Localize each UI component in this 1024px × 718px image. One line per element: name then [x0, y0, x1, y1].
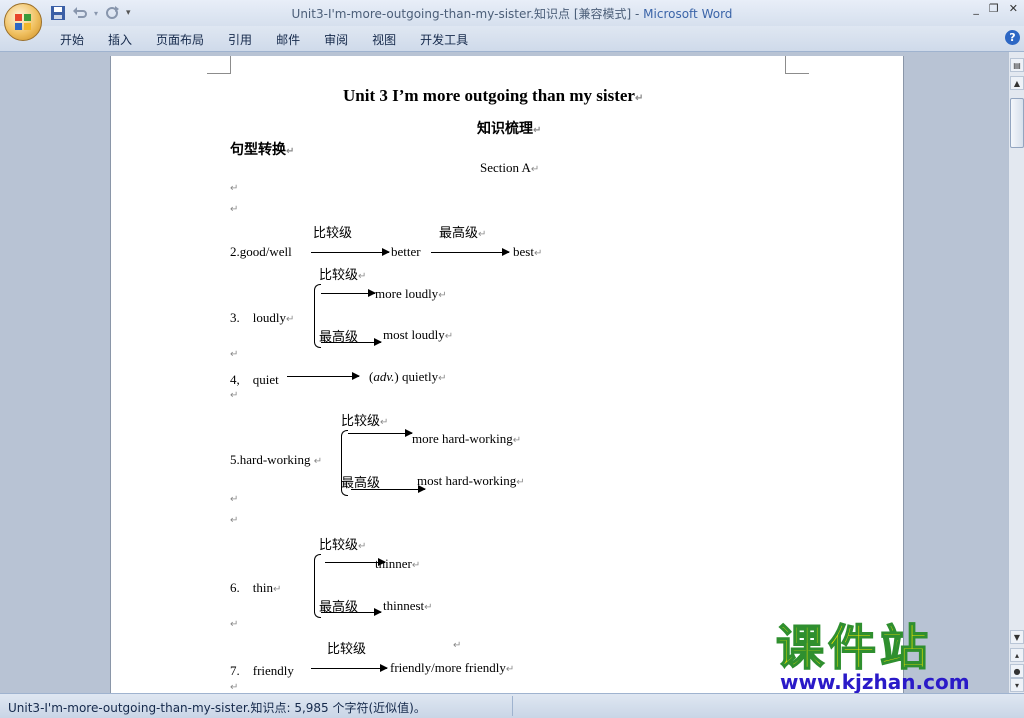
scroll-down-icon[interactable]: ▼	[1010, 630, 1024, 644]
item4-result: (adv.) quietly↵	[369, 369, 447, 384]
tab-page-layout[interactable]: 页面布局	[144, 30, 216, 49]
empty-paragraph: ↵	[453, 640, 462, 651]
item4-arrow	[287, 372, 360, 380]
empty-paragraph: ↵	[230, 390, 239, 401]
empty-paragraph: ↵	[230, 619, 239, 630]
help-icon[interactable]: ?	[1005, 30, 1020, 45]
item2-comparative: better	[391, 244, 421, 259]
ribbon-tabs: 开始 插入 页面布局 引用 邮件 审阅 视图 开发工具	[0, 26, 1024, 52]
tab-developer[interactable]: 开发工具	[408, 30, 480, 49]
document-page[interactable]: Unit 3 I’m more outgoing than my sister↵…	[110, 56, 904, 693]
item7-arrow	[311, 664, 388, 672]
item7-lead: 7. friendly	[230, 663, 294, 678]
restore-icon[interactable]: ❐	[989, 2, 999, 15]
item5-comparative-label: 比较级↵	[341, 414, 389, 429]
crop-mark-left	[207, 56, 231, 74]
item5-arrow-comp	[348, 429, 413, 437]
next-page-icon[interactable]: ▾	[1010, 678, 1024, 692]
window-controls: _ ❐ ✕	[973, 2, 1018, 15]
empty-paragraph: ↵	[230, 682, 239, 693]
section-label: Section A↵	[480, 160, 540, 175]
item6-lead: 6. thin↵	[230, 580, 282, 595]
title-bar: ▾ ▾ Unit3-I'm-more-outgoing-than-my-sist…	[0, 0, 1024, 26]
office-button[interactable]	[4, 3, 42, 41]
tab-insert[interactable]: 插入	[96, 30, 144, 49]
document-title: Unit3-I'm-more-outgoing-than-my-sister.知…	[291, 7, 644, 21]
tab-review[interactable]: 审阅	[312, 30, 360, 49]
item3-comparative: more loudly↵	[375, 286, 447, 301]
empty-paragraph: ↵	[230, 515, 239, 526]
window-title: Unit3-I'm-more-outgoing-than-my-sister.知…	[0, 5, 1024, 22]
document-workspace: Unit 3 I’m more outgoing than my sister↵…	[0, 52, 1008, 693]
vertical-scrollbar[interactable]: ▤ ▲ ▼ ▴ ● ▾	[1008, 52, 1024, 693]
item3-superlative: most loudly↵	[383, 327, 454, 342]
item2-superlative-label: 最高级↵	[439, 226, 487, 241]
doc-heading: 句型转换↵	[230, 142, 295, 158]
item2-superlative: best↵	[513, 244, 543, 259]
empty-paragraph: ↵	[230, 349, 239, 360]
item7-comparative: friendly/more friendly↵	[390, 660, 515, 675]
watermark-logo-text: 课件站	[775, 620, 933, 676]
item6-comparative-label: 比较级↵	[319, 538, 367, 553]
tab-mailings[interactable]: 邮件	[264, 30, 312, 49]
tab-references[interactable]: 引用	[216, 30, 264, 49]
doc-subtitle: 知识梳理↵	[477, 121, 542, 137]
item5-superlative: most hard-working↵	[417, 473, 525, 488]
item2-comparative-label: 比较级	[313, 226, 353, 241]
item6-arrow-sup	[321, 608, 382, 616]
empty-paragraph: ↵	[230, 183, 239, 194]
doc-title: Unit 3 I’m more outgoing than my sister↵	[343, 86, 644, 105]
item3-arrow-sup	[321, 338, 382, 346]
scroll-thumb[interactable]	[1010, 98, 1024, 148]
previous-page-icon[interactable]: ▴	[1010, 648, 1024, 662]
item5-lead: 5.hard-working ↵	[230, 452, 323, 467]
crop-mark-right	[785, 56, 809, 74]
item5-arrow-sup	[351, 485, 426, 493]
minimize-icon[interactable]: _	[973, 2, 979, 15]
scroll-up-icon[interactable]: ▲	[1010, 76, 1024, 90]
app-name: Microsoft Word	[643, 7, 733, 21]
item5-comparative: more hard-working↵	[412, 431, 522, 446]
item3-comparative-label: 比较级↵	[319, 268, 367, 283]
empty-paragraph: ↵	[230, 204, 239, 215]
item2-lead: 2.good/well	[230, 244, 292, 259]
item7-comparative-label: 比较级	[327, 642, 367, 657]
status-bar: Unit3-I'm-more-outgoing-than-my-sister.知…	[0, 693, 1024, 718]
item3-arrow-comp	[321, 289, 376, 297]
watermark-url: www.kjzhan.com	[780, 670, 970, 694]
item2-arrow-2	[431, 248, 510, 256]
browse-object-icon[interactable]: ●	[1010, 664, 1024, 678]
ruler-toggle-icon[interactable]: ▤	[1010, 58, 1024, 72]
item2-arrow-1	[311, 248, 390, 256]
empty-paragraph: ↵	[230, 494, 239, 505]
item3-lead: 3. loudly↵	[230, 310, 295, 325]
status-divider	[512, 696, 513, 716]
item6-superlative: thinnest↵	[383, 598, 433, 613]
tab-view[interactable]: 视图	[360, 30, 408, 49]
tab-home[interactable]: 开始	[48, 30, 96, 49]
site-watermark: 课件站 www.kjzhan.com	[770, 620, 1008, 694]
office-logo-icon	[15, 14, 31, 30]
status-word-count[interactable]: Unit3-I'm-more-outgoing-than-my-sister.知…	[8, 699, 426, 716]
close-icon[interactable]: ✕	[1009, 2, 1018, 15]
item6-comparative: thinner↵	[375, 556, 421, 571]
item4-lead: 4, quiet	[230, 372, 279, 387]
